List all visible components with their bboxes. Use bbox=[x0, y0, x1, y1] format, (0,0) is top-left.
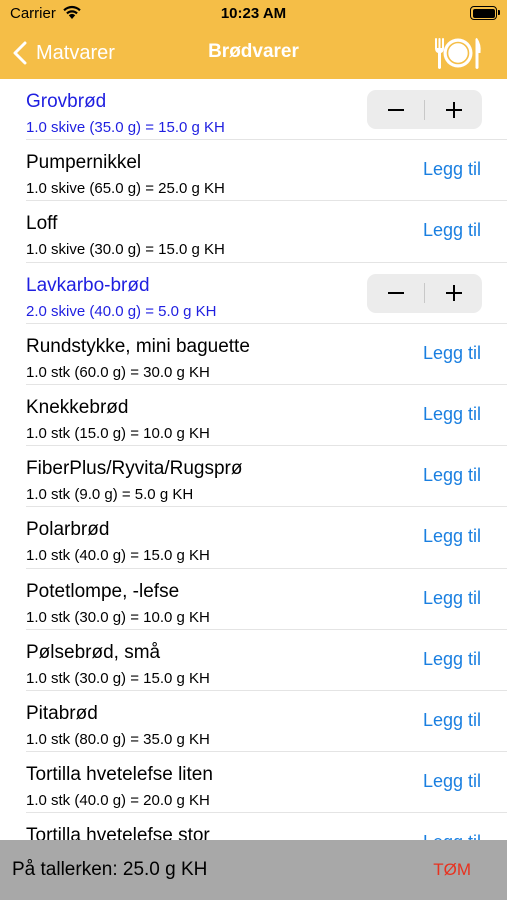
increment-button[interactable] bbox=[425, 274, 482, 313]
food-row[interactable]: Tortilla hvetelefse stor Legg til bbox=[26, 813, 507, 840]
back-button[interactable]: Matvarer bbox=[12, 38, 115, 68]
food-row[interactable]: Polarbrød 1.0 stk (40.0 g) = 15.0 g KH Leg… bbox=[26, 507, 507, 569]
food-row[interactable]: Potetlompe, -lefse 1.0 stk (30.0 g) = 10.… bbox=[26, 569, 507, 630]
plate-fork-knife-icon[interactable] bbox=[433, 35, 483, 71]
food-row[interactable]: Knekkebrød 1.0 stk (15.0 g) = 10.0 g KH Le… bbox=[26, 385, 507, 447]
add-button[interactable]: Legg til bbox=[423, 649, 481, 670]
add-button[interactable]: Legg til bbox=[423, 710, 481, 731]
plus-icon bbox=[445, 285, 462, 302]
add-button[interactable]: Legg til bbox=[423, 465, 481, 486]
chevron-left-icon bbox=[13, 41, 27, 65]
plate-total: På tallerken: 25.0 g KH bbox=[12, 859, 208, 880]
plus-icon bbox=[445, 101, 462, 118]
food-portion-detail: 1.0 stk (30.0 g) = 10.0 g KH bbox=[26, 608, 210, 626]
food-portion-detail: 1.0 stk (40.0 g) = 15.0 g KH bbox=[26, 547, 210, 565]
battery-icon bbox=[470, 6, 500, 20]
decrement-button[interactable] bbox=[367, 274, 424, 313]
quantity-stepper[interactable] bbox=[367, 273, 482, 313]
food-name: Tortilla hvetelefse stor bbox=[26, 825, 210, 840]
food-name: Lavkarbo-brød bbox=[26, 274, 150, 296]
food-name: Pitabrød bbox=[26, 702, 98, 724]
food-row[interactable]: FiberPlus/Ryvita/Rugsprø 1.0 stk (9.0 g) … bbox=[26, 446, 507, 508]
minus-icon bbox=[387, 108, 404, 111]
food-name: Pumpernikkel bbox=[26, 152, 142, 174]
food-row[interactable]: Tortilla hvetelefse liten 1.0 stk (40.0 g… bbox=[26, 752, 507, 814]
food-portion-detail: 2.0 skive (40.0 g) = 5.0 g KH bbox=[26, 302, 217, 320]
add-button[interactable]: Legg til bbox=[423, 771, 481, 792]
food-portion-detail: 1.0 stk (80.0 g) = 35.0 g KH bbox=[26, 730, 210, 748]
back-button-label: Matvarer bbox=[36, 41, 115, 64]
food-list[interactable]: Grovbrød 1.0 skive (35.0 g) = 15.0 g KH Pu… bbox=[0, 79, 507, 840]
food-name: Potetlompe, -lefse bbox=[26, 580, 180, 602]
food-portion-detail: 1.0 stk (40.0 g) = 20.0 g KH bbox=[26, 792, 210, 810]
food-name: Knekkebrød bbox=[26, 396, 129, 418]
food-row[interactable]: Pumpernikkel 1.0 skive (65.0 g) = 25.0 g … bbox=[26, 140, 507, 202]
food-name: Loff bbox=[26, 213, 58, 235]
food-name: Tortilla hvetelefse liten bbox=[26, 764, 213, 786]
food-row[interactable]: Loff 1.0 skive (30.0 g) = 15.0 g KH Legg t… bbox=[26, 201, 507, 263]
food-row[interactable]: Rundstykke, mini baguette 1.0 stk (60.0 g… bbox=[26, 324, 507, 385]
food-portion-detail: 1.0 stk (60.0 g) = 30.0 g KH bbox=[26, 363, 210, 381]
food-portion-detail: 1.0 skive (35.0 g) = 15.0 g KH bbox=[26, 119, 225, 136]
navigation-bar: Matvarer Brødvarer bbox=[0, 28, 507, 79]
food-portion-detail: 1.0 skive (30.0 g) = 15.0 g KH bbox=[26, 241, 225, 259]
clock: 10:23 AM bbox=[220, 5, 287, 22]
food-name: Pølsebrød, små bbox=[26, 641, 161, 663]
add-button[interactable]: Legg til bbox=[423, 220, 481, 241]
add-button[interactable]: Legg til bbox=[423, 404, 481, 425]
food-portion-detail: 1.0 skive (65.0 g) = 25.0 g KH bbox=[26, 180, 225, 198]
add-button[interactable]: Legg til bbox=[423, 832, 481, 840]
add-button[interactable]: Legg til bbox=[423, 526, 481, 547]
food-name: FiberPlus/Ryvita/Rugsprø bbox=[26, 458, 243, 480]
status-bar: Carrier 10:23 AM bbox=[0, 0, 507, 28]
add-button[interactable]: Legg til bbox=[423, 588, 481, 609]
top-bar: Carrier 10:23 AM Matvarer Brødvarer bbox=[0, 0, 507, 79]
food-portion-detail: 1.0 stk (15.0 g) = 10.0 g KH bbox=[26, 424, 210, 442]
food-row[interactable]: Pølsebrød, små 1.0 stk (30.0 g) = 15.0 g … bbox=[26, 630, 507, 691]
food-name: Grovbrød bbox=[26, 91, 107, 112]
decrement-button[interactable] bbox=[367, 90, 424, 129]
add-button[interactable]: Legg til bbox=[423, 343, 481, 364]
increment-button[interactable] bbox=[425, 90, 482, 129]
food-row[interactable]: Lavkarbo-brød 2.0 skive (40.0 g) = 5.0 g … bbox=[26, 263, 507, 324]
plate-summary-bar: På tallerken: 25.0 g KH TØM bbox=[0, 840, 507, 900]
food-portion-detail: 1.0 stk (9.0 g) = 5.0 g KH bbox=[26, 486, 194, 504]
food-row[interactable]: Pitabrød 1.0 stk (80.0 g) = 35.0 g KH Legg… bbox=[26, 691, 507, 753]
clear-button[interactable]: TØM bbox=[433, 860, 471, 880]
food-name: Rundstykke, mini baguette bbox=[26, 335, 250, 357]
quantity-stepper[interactable] bbox=[367, 90, 482, 129]
screen: Carrier 10:23 AM Matvarer Brødvarer Grov… bbox=[0, 0, 507, 900]
add-button[interactable]: Legg til bbox=[423, 159, 481, 180]
minus-icon bbox=[387, 292, 404, 295]
food-portion-detail: 1.0 stk (30.0 g) = 15.0 g KH bbox=[26, 669, 210, 687]
food-name: Polarbrød bbox=[26, 519, 110, 541]
food-row[interactable]: Grovbrød 1.0 skive (35.0 g) = 15.0 g KH bbox=[26, 79, 507, 141]
